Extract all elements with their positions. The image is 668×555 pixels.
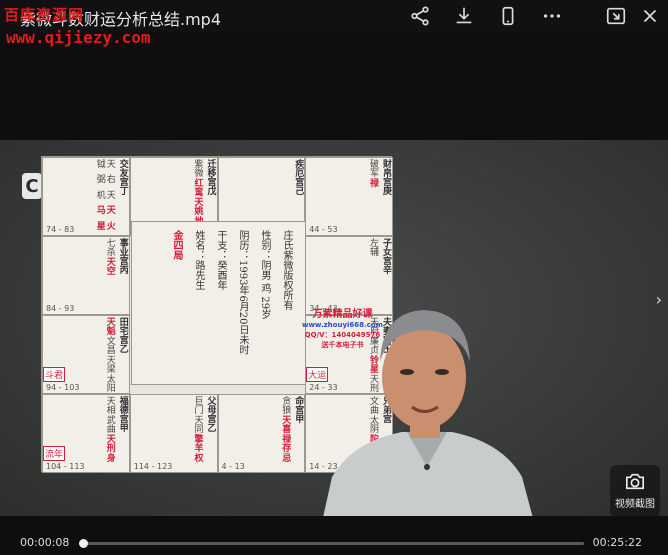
watermark-url: www.qijiezy.com	[6, 28, 151, 47]
total-time: 00:25:22	[592, 536, 642, 549]
palace-name: 田宅宫乙	[117, 317, 128, 353]
palace-cell: 福德宫甲 天相 武曲 天刑身 104 - 113 流年	[42, 394, 130, 473]
watermark-text: 百库资源网	[4, 6, 85, 24]
center-info-col6: 庄氏紫微版权所有	[281, 230, 292, 310]
current-time: 00:00:08	[20, 536, 70, 549]
palace-name: 事业宫丙	[117, 238, 128, 274]
star-list: 贪狼 天喜 禄存忌	[280, 396, 290, 462]
star-name: 天钺	[94, 159, 115, 168]
star-name: 天梁	[104, 355, 115, 373]
progress-bar[interactable]	[78, 539, 584, 548]
star-name: 七杀	[104, 238, 115, 256]
center-info-col2: 姓名：路先生	[193, 230, 204, 290]
age-range: 94 - 103	[46, 383, 80, 392]
phone-icon[interactable]	[496, 4, 520, 28]
palace-name: 疾厄宫己	[293, 159, 304, 195]
star-name: 禄	[368, 178, 378, 187]
star-name: 天马	[94, 205, 115, 215]
star-list: 巨门 天同 擎羊权	[193, 396, 203, 462]
download-icon[interactable]	[452, 4, 476, 28]
star-name: 文昌	[104, 336, 115, 354]
star-list: 破军禄	[368, 159, 378, 187]
palace-cell: 财帛宫庚 破军禄 44 - 53	[305, 157, 393, 236]
age-range: 74 - 83	[46, 225, 75, 234]
share-icon[interactable]	[408, 4, 432, 28]
age-range: 4 - 13	[221, 462, 245, 471]
screenshot-button[interactable]: 视频截图	[610, 465, 660, 516]
center-info-col4: 阴历：1993年6月20日未时	[237, 230, 248, 355]
palace-cell: 田宅宫乙 天魁 文昌 天梁 太阳 94 - 103 斗君	[42, 315, 130, 394]
star-name: 忌	[280, 453, 291, 462]
center-info-col1: 金四局	[171, 230, 182, 260]
palace-cell: 命宫甲 贪狼 天喜 禄存忌 4 - 13	[217, 394, 306, 473]
pip-icon[interactable]	[604, 4, 628, 28]
channel-logo: C	[22, 173, 42, 199]
center-info-col3: 干支：癸酉年	[215, 230, 226, 290]
star-list: 天相 武曲 天刑身	[105, 396, 115, 462]
age-range: 114 - 123	[133, 462, 173, 471]
palace-name: 交友宫丁	[117, 159, 128, 195]
star-name: 破军	[368, 159, 378, 177]
star-name: 天空	[104, 257, 115, 275]
star-name: 天姚	[192, 197, 203, 215]
screenshot-label: 视频截图	[615, 499, 655, 510]
palace-name: 福德宫甲	[117, 396, 128, 432]
palace-cell: 事业宫丙 七杀 天空 84 - 93	[42, 236, 130, 315]
star-name: 巨门	[192, 396, 203, 414]
presenter-image	[323, 310, 533, 516]
star-list: 天魁 文昌 天梁 太阳	[105, 317, 115, 392]
player-controls: 00:00:08 00:25:22	[0, 528, 668, 555]
progress-knob[interactable]	[78, 539, 88, 548]
chart-center-info: 庄氏紫微版权所有 性别：阴男 鸡 29岁 阴历：1993年6月20日未时 干支：癸酉年…	[131, 221, 306, 385]
star-name: 天魁	[104, 317, 115, 335]
center-info-col5: 性别：阴男 鸡 29岁	[259, 230, 270, 320]
star-name: 贪狼	[280, 396, 291, 414]
more-icon[interactable]	[540, 4, 564, 28]
star-name: 左辅	[368, 238, 378, 256]
star-list: 天钺右弼天机天马火星	[95, 159, 115, 235]
star-list: 七杀 天空	[105, 238, 115, 275]
star-name: 天同	[192, 415, 203, 433]
star-name: 身	[104, 453, 115, 462]
star-name: 紫微	[192, 159, 203, 177]
palace-name: 财帛宫庚	[381, 159, 391, 195]
palace-name: 命宫甲	[293, 396, 304, 423]
star-name: 禄存	[280, 434, 291, 452]
star-list: 左辅	[368, 238, 378, 256]
star-name: 太阳	[104, 374, 115, 392]
star-name: 天相	[104, 396, 115, 414]
close-icon[interactable]	[638, 4, 662, 28]
palace-name: 迁移宫戊	[205, 159, 216, 195]
chevron-right-icon[interactable]: ›	[656, 290, 662, 309]
palace-name: 父母宫乙	[205, 396, 216, 432]
star-name: 天刑	[104, 434, 115, 452]
star-name: 火星	[94, 220, 115, 230]
star-name: 右弼	[94, 174, 115, 184]
age-range: 44 - 53	[309, 225, 338, 234]
age-range: 84 - 93	[46, 304, 75, 313]
star-name: 红鸾	[192, 178, 203, 196]
star-name: 天机	[94, 189, 115, 199]
palace-cell: 交友宫丁 天钺右弼天机天马火星 74 - 83	[42, 157, 130, 236]
camera-icon	[626, 473, 644, 490]
video-frame[interactable]: C 交友宫丁天钺右弼天机天马火星74 - 83迁移宫戊紫微红鸾天姚地劫64 - …	[0, 140, 668, 516]
period-tag: 流年	[43, 446, 66, 461]
star-name: 权	[192, 453, 203, 462]
star-name: 天喜	[280, 415, 291, 433]
star-name: 擎羊	[192, 434, 203, 452]
star-name: 武曲	[104, 415, 115, 433]
period-tag: 斗君	[43, 367, 66, 382]
palace-cell: 父母宫乙 巨门 天同 擎羊权 114 - 123	[129, 394, 218, 473]
age-range: 104 - 113	[46, 462, 85, 471]
palace-name: 子女宫辛	[381, 238, 391, 274]
